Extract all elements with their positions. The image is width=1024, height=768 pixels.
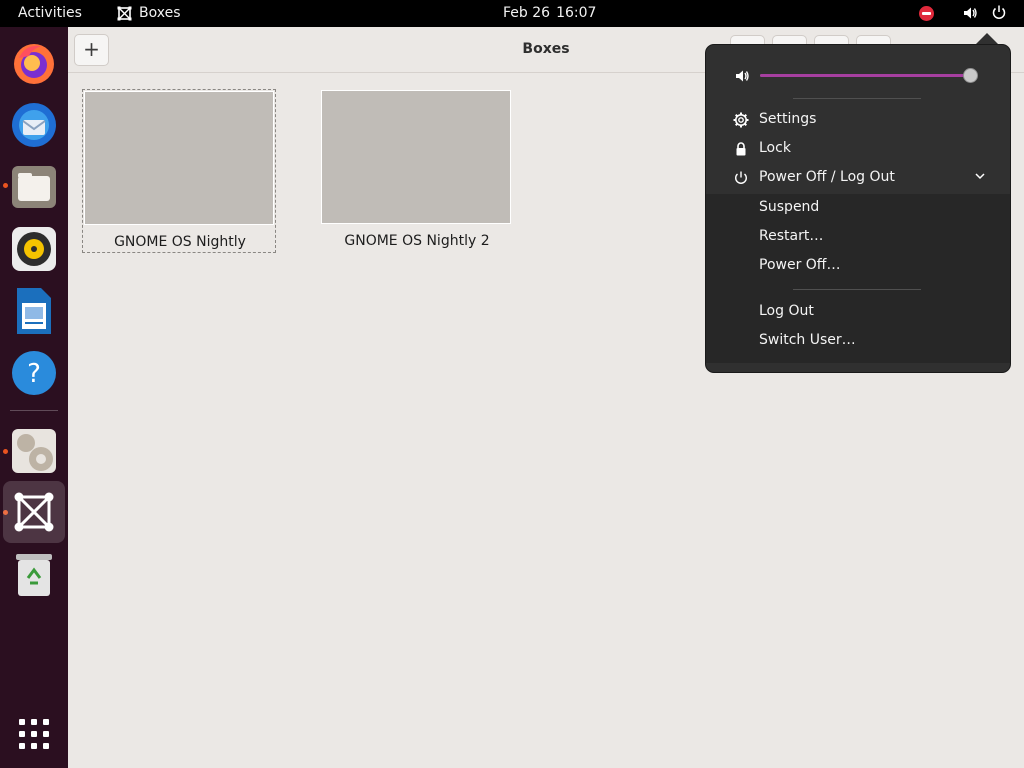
- software-updater-icon: [12, 429, 56, 473]
- menu-item-power-off-log-out[interactable]: Power Off / Log Out: [706, 165, 1010, 193]
- menu-item-log-out[interactable]: Log Out: [706, 299, 1010, 327]
- app-menu-label: Boxes: [139, 5, 181, 21]
- menu-item-power-off[interactable]: Power Off…: [706, 253, 1010, 281]
- clock-date: Feb 26: [503, 5, 551, 21]
- menu-item-label: Suspend: [759, 199, 820, 215]
- menu-item-label: Settings: [759, 111, 817, 127]
- top-bar: Activities Boxes Feb 26 16:07: [0, 0, 1024, 27]
- box-tile[interactable]: GNOME OS Nightly 2: [320, 89, 514, 253]
- dock-trash[interactable]: [6, 547, 62, 603]
- menu-pointer: [976, 33, 998, 44]
- app-grid-icon[interactable]: [19, 719, 49, 749]
- volume-slider[interactable]: [760, 68, 978, 83]
- menu-item-label: Switch User…: [759, 332, 856, 348]
- speaker-icon[interactable]: [962, 5, 978, 25]
- do-not-disturb-icon[interactable]: [919, 6, 934, 21]
- dock-software-updater[interactable]: [6, 423, 62, 479]
- dock-writer[interactable]: [6, 283, 62, 339]
- chevron-down-icon: [975, 173, 985, 180]
- dock-firefox[interactable]: [6, 35, 62, 91]
- menu-item-switch-user[interactable]: Switch User…: [706, 328, 1010, 356]
- dock-thunderbird[interactable]: [6, 97, 62, 153]
- box-tile[interactable]: GNOME OS Nightly: [82, 89, 276, 253]
- menu-item-label: Power Off…: [759, 257, 841, 273]
- svg-text:?: ?: [27, 359, 41, 389]
- activities-button[interactable]: Activities: [18, 5, 82, 21]
- clock[interactable]: Feb 26 16:07: [503, 5, 596, 21]
- dock-help[interactable]: ?: [6, 345, 62, 401]
- dock-boxes[interactable]: [3, 481, 65, 543]
- dock: ?: [0, 27, 68, 768]
- power-icon[interactable]: [991, 4, 1007, 25]
- box-thumbnail: [84, 91, 274, 225]
- menu-item-label: Restart…: [759, 228, 824, 244]
- thunderbird-icon: [12, 103, 56, 147]
- libreoffice-writer-icon: [17, 288, 51, 334]
- files-icon: [12, 166, 56, 208]
- dock-files[interactable]: [6, 159, 62, 215]
- gear-icon: [733, 112, 749, 128]
- power-icon: [735, 171, 747, 184]
- lock-icon: [736, 142, 746, 156]
- dock-rhythmbox[interactable]: [6, 221, 62, 277]
- volume-slider-knob[interactable]: [963, 68, 978, 83]
- box-thumbnail: [321, 90, 511, 224]
- boxes-icon: [14, 492, 54, 532]
- power-submenu: Suspend Restart… Power Off… Log Out Swit…: [706, 194, 1010, 363]
- menu-item-settings[interactable]: Settings: [706, 107, 1010, 135]
- menu-item-label: Lock: [759, 140, 791, 156]
- menu-separator: [793, 98, 921, 99]
- volume-row: [706, 65, 1012, 87]
- app-menu[interactable]: Boxes: [117, 5, 181, 21]
- speaker-icon: [736, 70, 749, 82]
- rhythmbox-icon: [12, 227, 56, 271]
- dock-separator: [10, 410, 58, 411]
- clock-time: 16:07: [556, 5, 597, 21]
- volume-slider-fill: [760, 74, 976, 77]
- menu-separator: [793, 289, 921, 290]
- menu-item-restart[interactable]: Restart…: [706, 224, 1010, 252]
- system-menu: Settings Lock Power Off / Log Out Suspen…: [705, 44, 1011, 373]
- menu-item-label: Power Off / Log Out: [759, 169, 895, 185]
- menu-item-label: Log Out: [759, 303, 814, 319]
- menu-item-suspend[interactable]: Suspend: [706, 195, 1010, 223]
- box-label: GNOME OS Nightly 2: [344, 233, 490, 249]
- help-icon: ?: [12, 351, 56, 395]
- box-label: GNOME OS Nightly: [114, 234, 246, 250]
- boxes-icon: [117, 6, 132, 20]
- menu-item-lock[interactable]: Lock: [706, 136, 1010, 164]
- firefox-icon: [14, 44, 54, 84]
- trash-icon: [16, 554, 52, 596]
